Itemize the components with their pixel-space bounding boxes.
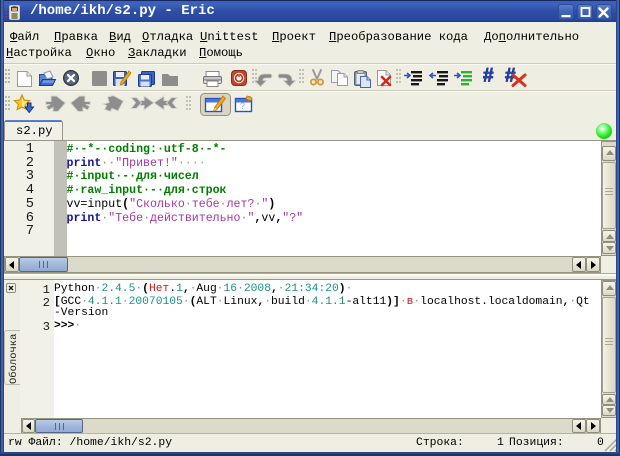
svg-text:?: ? (240, 101, 245, 111)
svg-text:#: # (483, 66, 494, 87)
